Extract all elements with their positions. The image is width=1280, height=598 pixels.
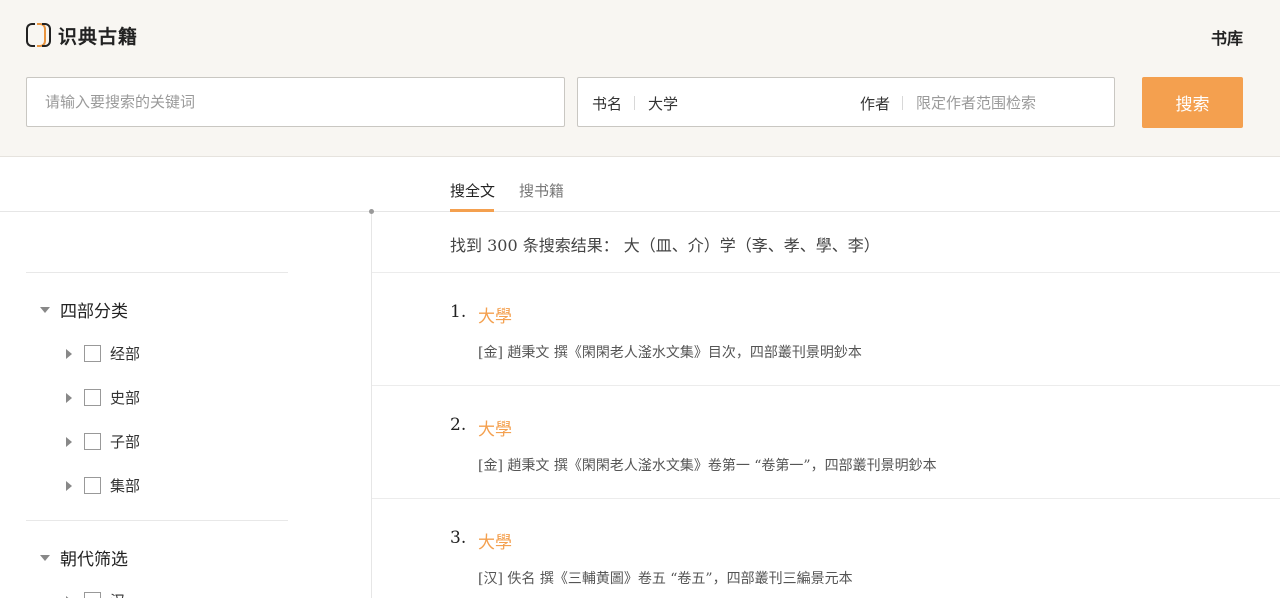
result-meta: [金] 趙秉文 撰《閑閑老人滏水文集》卷第一 “卷第一”，四部叢刊景明鈔本	[478, 458, 937, 474]
dynasty-label: 汉	[110, 590, 125, 598]
category-checkbox[interactable]	[84, 345, 101, 362]
category-checkbox[interactable]	[84, 477, 101, 494]
result-item: 3. 大學 [汉] 佚名 撰《三輔黄圖》卷五 “卷五”，四部叢刊三編景元本	[372, 498, 1280, 598]
author-label: 作者	[860, 95, 891, 113]
keyword-search-input[interactable]	[26, 77, 565, 127]
caret-right-icon[interactable]	[66, 480, 72, 491]
active-tab-indicator	[450, 209, 494, 212]
author-input[interactable]	[916, 90, 1106, 116]
category-label: 经部	[110, 345, 141, 363]
category-item-zi[interactable]: 子部	[66, 431, 140, 452]
caret-right-icon[interactable]	[66, 348, 72, 359]
result-meta: [汉] 佚名 撰《三輔黄圖》卷五 “卷五”，四部叢刊三編景元本	[478, 571, 853, 587]
author-separator	[902, 96, 903, 110]
category-checkbox[interactable]	[84, 433, 101, 450]
dynasty-item-han[interactable]: 汉	[66, 590, 125, 598]
logo-text: 识典古籍	[58, 25, 139, 48]
tab-full-text[interactable]: 搜全文	[450, 180, 495, 201]
caret-down-icon	[40, 306, 50, 313]
book-name-separator	[634, 96, 635, 110]
result-item: 1. 大學 [金] 趙秉文 撰《閑閑老人滏水文集》目次，四部叢刊景明鈔本	[372, 272, 1280, 386]
book-name-label: 书名	[592, 95, 623, 113]
result-title-link[interactable]: 大學	[478, 302, 512, 327]
sidebar-divider-handle[interactable]	[369, 209, 374, 214]
result-number: 3.	[450, 528, 467, 548]
filter-sidebar: 四部分类 经部 史部 子部 集部 朝代筛选 汉	[0, 212, 372, 598]
category-item-ji[interactable]: 集部	[66, 475, 140, 496]
caret-right-icon[interactable]	[66, 392, 72, 403]
category-item-shi[interactable]: 史部	[66, 387, 140, 408]
sidebar-divider	[26, 520, 288, 521]
group-four-categories[interactable]: 四部分类	[40, 297, 128, 322]
logo-bracket-icon	[26, 21, 53, 49]
group-dynasty-filter[interactable]: 朝代筛选	[40, 545, 128, 570]
results-summary: 找到 300 条搜索结果： 大（皿、介）学（斈、孝、學、李）	[450, 236, 880, 255]
dynasty-checkbox[interactable]	[84, 592, 101, 598]
filter-box: 书名 作者	[577, 77, 1115, 127]
book-name-input[interactable]	[648, 90, 848, 116]
category-item-jing[interactable]: 经部	[66, 343, 140, 364]
group-title-label: 朝代筛选	[60, 550, 128, 570]
category-checkbox[interactable]	[84, 389, 101, 406]
result-meta: [金] 趙秉文 撰《閑閑老人滏水文集》目次，四部叢刊景明鈔本	[478, 345, 862, 361]
result-number: 1.	[450, 302, 467, 322]
tab-books[interactable]: 搜书籍	[519, 180, 564, 201]
header: 识典古籍 书库 书名 作者 搜索	[0, 0, 1280, 157]
result-item: 2. 大學 [金] 趙秉文 撰《閑閑老人滏水文集》卷第一 “卷第一”，四部叢刊景…	[372, 385, 1280, 499]
library-link[interactable]: 书库	[1211, 25, 1243, 49]
category-label: 集部	[110, 477, 141, 495]
category-label: 子部	[110, 433, 141, 451]
logo[interactable]: 识典古籍	[26, 21, 138, 49]
search-tabs: 搜全文 搜书籍	[0, 158, 1280, 212]
result-title-link[interactable]: 大學	[478, 415, 512, 440]
caret-right-icon[interactable]	[66, 436, 72, 447]
sidebar-divider	[26, 272, 288, 273]
caret-down-icon	[40, 554, 50, 561]
result-number: 2.	[450, 415, 467, 435]
category-label: 史部	[110, 389, 141, 407]
group-title-label: 四部分类	[60, 302, 128, 322]
result-title-link[interactable]: 大學	[478, 528, 512, 553]
search-button[interactable]: 搜索	[1142, 77, 1243, 128]
